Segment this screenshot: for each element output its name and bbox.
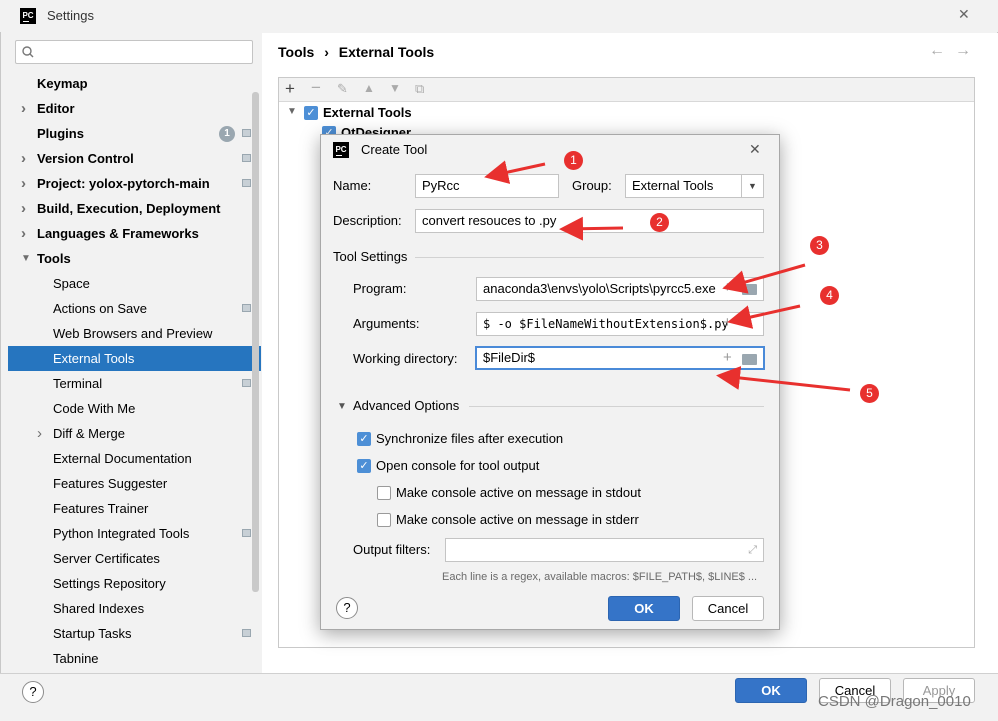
annotation-badge: 4 xyxy=(820,286,839,305)
annotation-arrow xyxy=(727,304,801,329)
annotation-arrow xyxy=(716,366,851,392)
annotation-arrow xyxy=(484,160,546,184)
watermark: CSDN @Dragon_0010 xyxy=(818,693,971,710)
annotation-badge: 2 xyxy=(650,213,669,232)
annotation-badge: 5 xyxy=(860,384,879,403)
annotation-arrows xyxy=(484,160,851,392)
annotation-badge: 3 xyxy=(810,236,829,255)
annotation-arrow xyxy=(722,263,806,294)
annotation-badge: 1 xyxy=(564,151,583,170)
annotation-arrow xyxy=(559,216,624,241)
